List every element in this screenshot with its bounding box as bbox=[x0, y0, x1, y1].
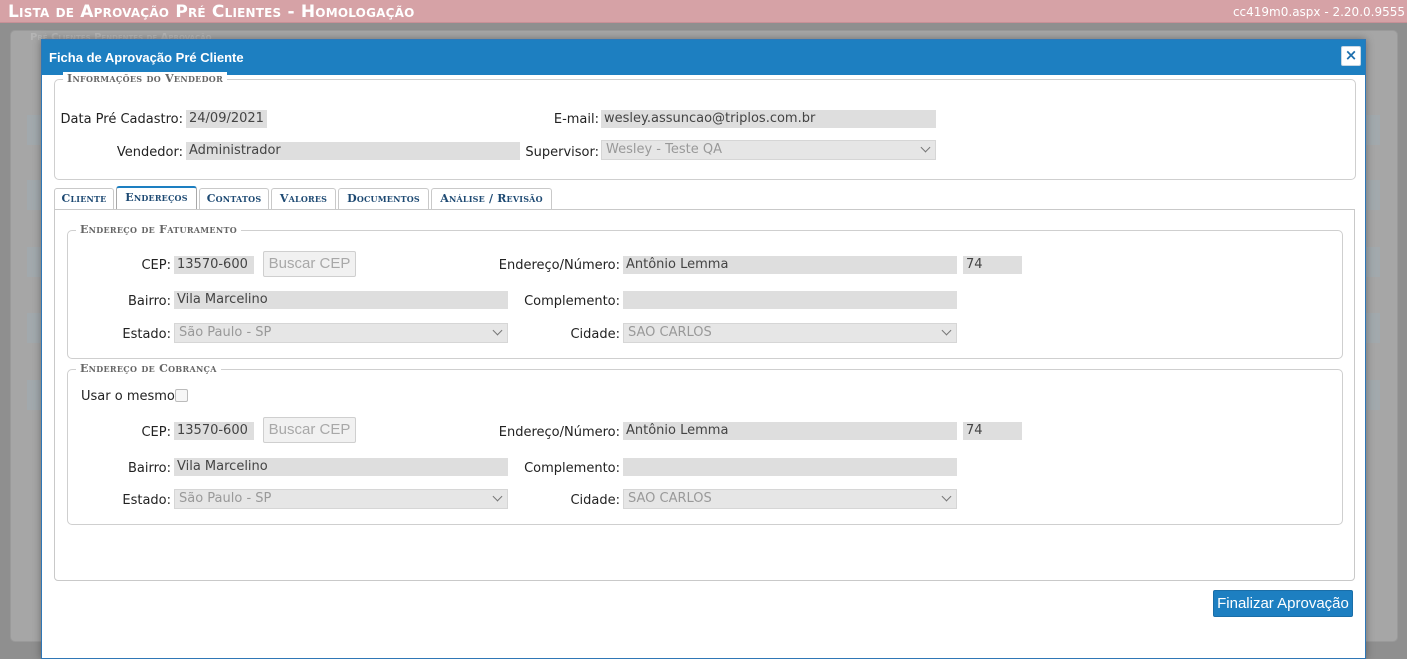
usar-mesmo-label: Usar o mesmo: bbox=[81, 389, 180, 404]
collection-address-fieldset: Endereço de Cobrança Usar o mesmo: CEP: … bbox=[67, 362, 1343, 525]
billing-cidade-select[interactable]: SAO CARLOS bbox=[623, 323, 957, 343]
collection-cep-field[interactable]: 13570-600 bbox=[174, 422, 254, 440]
tab-enderecos[interactable]: Endereços bbox=[116, 186, 197, 210]
billing-bairro-label: Bairro: bbox=[127, 294, 171, 309]
collection-estado-label: Estado: bbox=[122, 493, 171, 508]
collection-complemento-field[interactable] bbox=[623, 458, 957, 476]
billing-address-legend: Endereço de Faturamento bbox=[76, 223, 241, 236]
vendedor-label: Vendedor: bbox=[116, 145, 183, 160]
dialog-titlebar[interactable]: Ficha de Aprovação Pré Cliente × bbox=[42, 40, 1365, 75]
billing-cidade-label: Cidade: bbox=[570, 327, 620, 342]
background-row bbox=[27, 247, 42, 277]
billing-address-fieldset: Endereço de Faturamento CEP: 13570-600 B… bbox=[67, 223, 1343, 359]
tab-documentos[interactable]: Documentos bbox=[338, 188, 429, 210]
data-cadastro-label: Data Pré Cadastro: bbox=[60, 112, 184, 127]
collection-cidade-value: SAO CARLOS bbox=[628, 491, 712, 506]
collection-address-legend: Endereço de Cobrança bbox=[76, 362, 221, 375]
email-label: E-mail: bbox=[553, 112, 599, 127]
billing-numero-field[interactable]: 74 bbox=[963, 256, 1022, 274]
chevron-down-icon bbox=[941, 491, 952, 502]
background-row bbox=[1366, 180, 1380, 210]
billing-complemento-label: Complemento: bbox=[524, 294, 620, 309]
dialog-title: Ficha de Aprovação Pré Cliente bbox=[49, 50, 244, 65]
billing-cep-label: CEP: bbox=[141, 258, 171, 273]
supervisor-select[interactable]: Wesley - Teste QA bbox=[601, 140, 936, 160]
tab-valores[interactable]: Valores bbox=[271, 188, 336, 210]
billing-cep-field[interactable]: 13570-600 bbox=[174, 256, 254, 274]
collection-buscar-cep-button[interactable]: Buscar CEP bbox=[263, 417, 356, 443]
billing-estado-label: Estado: bbox=[122, 327, 171, 342]
billing-endereco-label: Endereço/Número: bbox=[498, 258, 620, 273]
collection-endereco-field[interactable]: Antônio Lemma bbox=[623, 422, 957, 440]
vendor-info-legend: Informações do Vendedor bbox=[63, 72, 228, 85]
billing-complemento-field[interactable] bbox=[623, 291, 957, 309]
vendedor-field[interactable]: Administrador bbox=[186, 142, 520, 160]
chevron-down-icon bbox=[492, 491, 503, 502]
supervisor-label: Supervisor: bbox=[525, 145, 599, 160]
collection-estado-select[interactable]: São Paulo - SP bbox=[174, 489, 508, 509]
background-row bbox=[1366, 313, 1380, 343]
tab-contatos[interactable]: Contatos bbox=[199, 188, 269, 210]
chevron-down-icon bbox=[492, 325, 503, 336]
collection-estado-value: São Paulo - SP bbox=[179, 491, 272, 506]
billing-endereco-field[interactable]: Antônio Lemma bbox=[623, 256, 957, 274]
collection-cep-label: CEP: bbox=[141, 425, 171, 440]
background-row bbox=[27, 380, 42, 410]
billing-estado-select[interactable]: São Paulo - SP bbox=[174, 323, 508, 343]
email-field[interactable]: wesley.assuncao@triplos.com.br bbox=[601, 110, 936, 128]
tab-analise-revisao[interactable]: Análise / Revisão bbox=[431, 188, 552, 210]
collection-numero-field[interactable]: 74 bbox=[963, 422, 1022, 440]
close-icon[interactable]: × bbox=[1341, 46, 1361, 66]
background-row bbox=[27, 313, 42, 343]
vendor-info-fieldset: Informações do Vendedor Data Pré Cadastr… bbox=[54, 72, 1356, 180]
background-row bbox=[1366, 380, 1380, 410]
collection-cidade-label: Cidade: bbox=[570, 493, 620, 508]
tab-cliente[interactable]: Cliente bbox=[54, 188, 114, 210]
background-row bbox=[27, 115, 42, 145]
billing-buscar-cep-button[interactable]: Buscar CEP bbox=[263, 251, 356, 277]
finalizar-aprovacao-button[interactable]: Finalizar Aprovação bbox=[1213, 590, 1353, 617]
collection-endereco-label: Endereço/Número: bbox=[498, 425, 620, 440]
chevron-down-icon bbox=[920, 142, 931, 153]
background-row bbox=[1366, 247, 1380, 277]
collection-bairro-field[interactable]: Vila Marcelino bbox=[174, 458, 508, 476]
chevron-down-icon bbox=[941, 325, 952, 336]
background-row bbox=[27, 180, 42, 210]
billing-cidade-value: SAO CARLOS bbox=[628, 325, 712, 340]
page-version: cc419m0.aspx - 2.20.0.9555 bbox=[1232, 5, 1405, 19]
page-header: Lista de Aprovação Pré Clientes - Homolo… bbox=[0, 0, 1407, 23]
data-cadastro-field[interactable]: 24/09/2021 bbox=[186, 110, 267, 128]
billing-bairro-field[interactable]: Vila Marcelino bbox=[174, 291, 508, 309]
collection-cidade-select[interactable]: SAO CARLOS bbox=[623, 489, 957, 509]
approval-dialog: Ficha de Aprovação Pré Cliente × Informa… bbox=[41, 39, 1366, 659]
page-title: Lista de Aprovação Pré Clientes - Homolo… bbox=[8, 2, 415, 22]
background-row bbox=[1366, 115, 1380, 145]
enderecos-tab-panel: Endereço de Faturamento CEP: 13570-600 B… bbox=[54, 209, 1355, 581]
collection-bairro-label: Bairro: bbox=[127, 461, 171, 476]
collection-complemento-label: Complemento: bbox=[524, 461, 620, 476]
usar-mesmo-checkbox[interactable] bbox=[175, 389, 188, 402]
supervisor-select-value: Wesley - Teste QA bbox=[606, 142, 722, 157]
billing-estado-value: São Paulo - SP bbox=[179, 325, 272, 340]
